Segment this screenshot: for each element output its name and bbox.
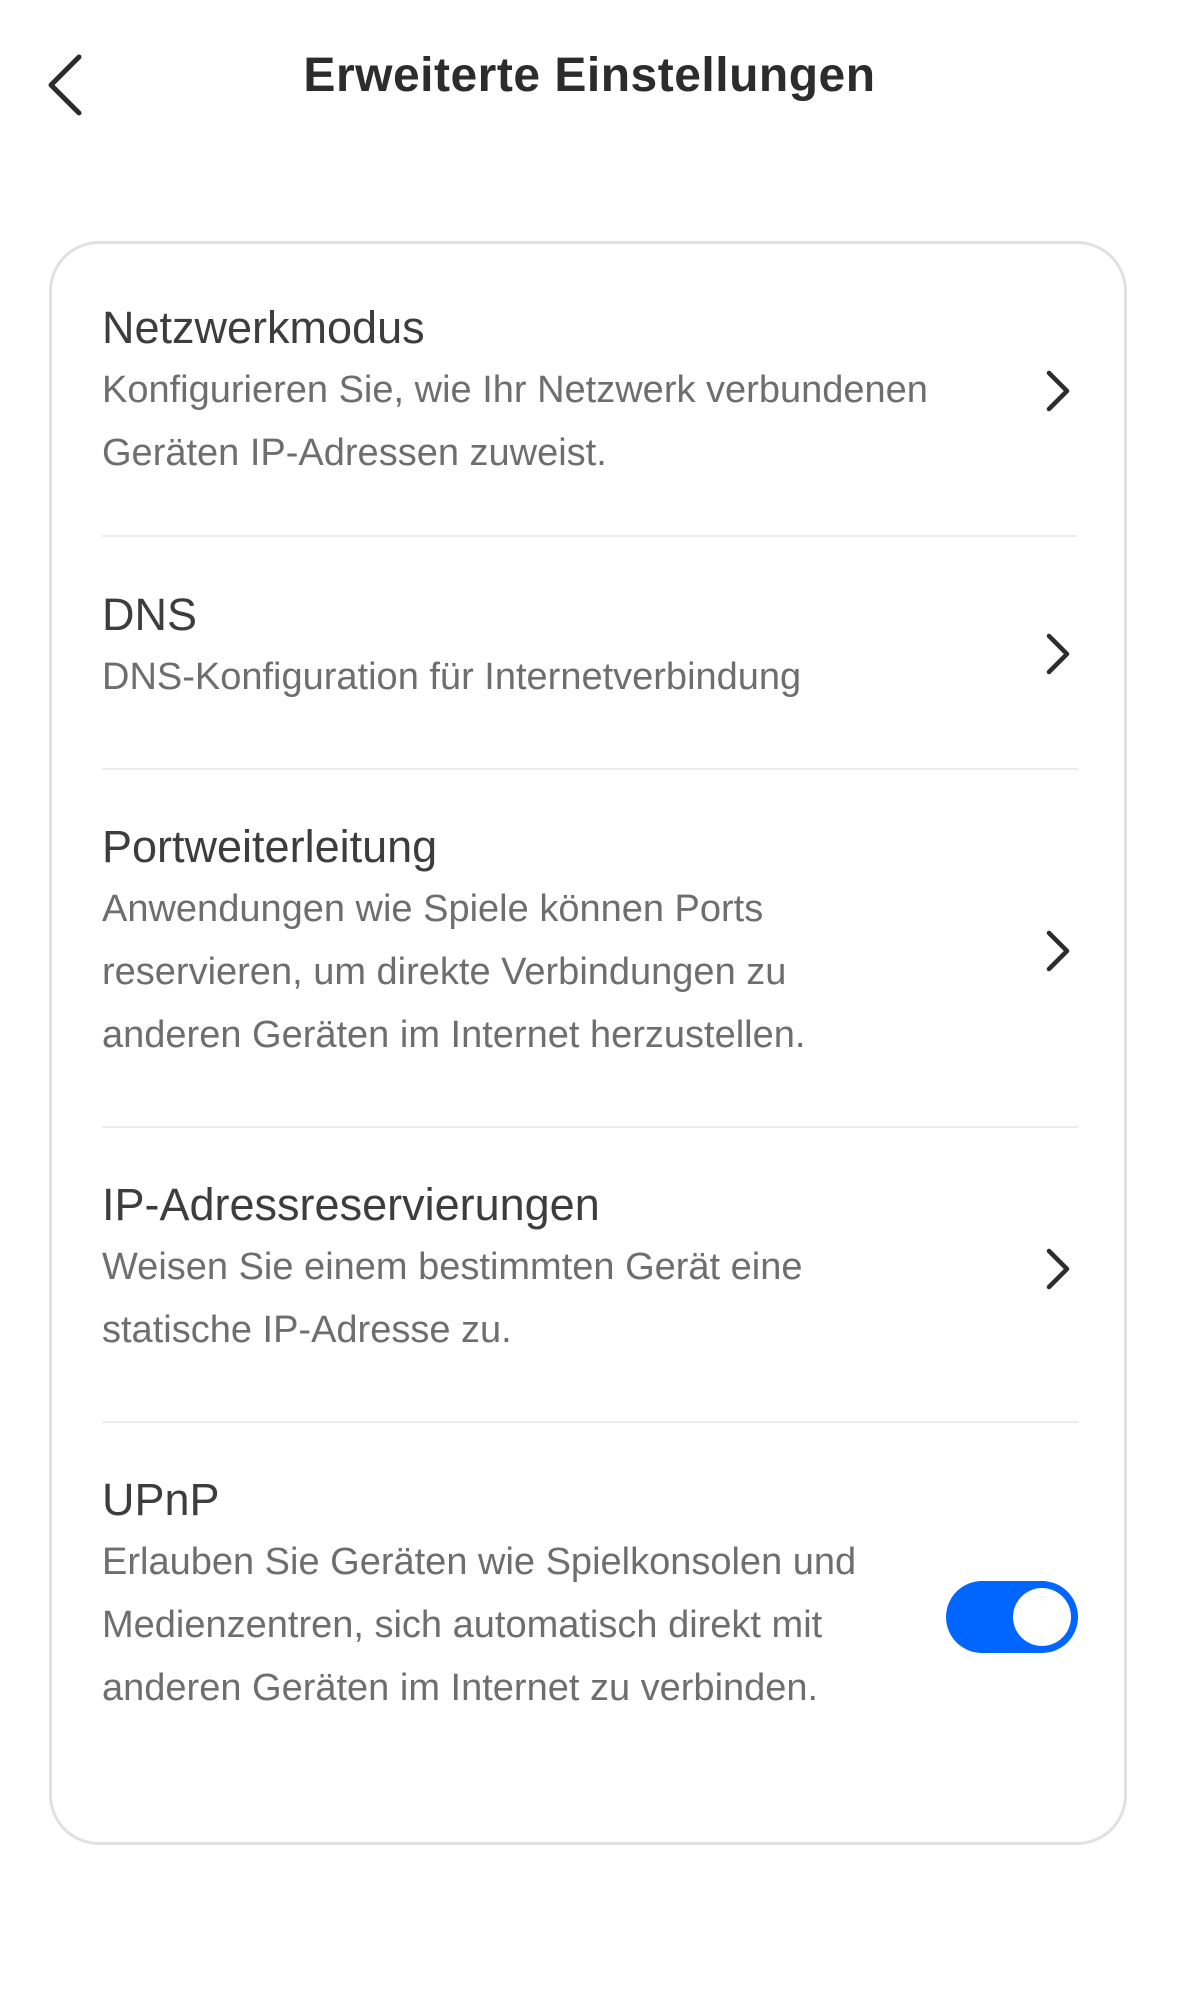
- setting-description: Konfigurieren Sie, wie Ihr Netzwerk verb…: [102, 369, 928, 474]
- setting-dns[interactable]: DNS DNS-Konfiguration für Internetverbin…: [102, 589, 1078, 729]
- divider: [102, 768, 1078, 770]
- chevron-right-icon: [1038, 926, 1078, 976]
- page-title: Erweiterte Einstellungen: [303, 49, 876, 102]
- upnp-toggle[interactable]: [946, 1581, 1078, 1653]
- setting-title: Portweiterleitung: [102, 821, 438, 872]
- setting-upnp: UPnP Erlauben Sie Geräten wie Spielkonso…: [102, 1474, 1078, 1794]
- header: Erweiterte Einstellungen: [0, 0, 1179, 180]
- setting-description: DNS-Konfiguration für Internetverbindung: [102, 656, 802, 698]
- divider: [102, 1421, 1078, 1423]
- setting-title: UPnP: [102, 1474, 220, 1525]
- chevron-right-icon: [1038, 629, 1078, 679]
- setting-title: IP-Adressreservierungen: [102, 1179, 600, 1230]
- setting-description: Weisen Sie einem bestimmten Gerät eine s…: [102, 1246, 803, 1351]
- setting-title: Netzwerkmodus: [102, 302, 425, 353]
- setting-description: Erlauben Sie Geräten wie Spielkonsolen u…: [102, 1541, 857, 1709]
- setting-title: DNS: [102, 589, 198, 640]
- toggle-knob: [1013, 1588, 1071, 1646]
- setting-ip-reservations[interactable]: IP-Adressreservierungen Weisen Sie einem…: [102, 1179, 1078, 1379]
- setting-network-mode[interactable]: Netzwerkmodus Konfigurieren Sie, wie Ihr…: [102, 294, 1078, 494]
- setting-description: Anwendungen wie Spiele können Ports rese…: [102, 888, 806, 1056]
- settings-card: Netzwerkmodus Konfigurieren Sie, wie Ihr…: [49, 241, 1127, 1845]
- setting-port-forwarding[interactable]: Portweiterleitung Anwendungen wie Spiele…: [102, 821, 1078, 1081]
- chevron-right-icon: [1038, 1244, 1078, 1294]
- divider: [102, 1126, 1078, 1128]
- chevron-right-icon: [1038, 366, 1078, 416]
- divider: [102, 535, 1078, 537]
